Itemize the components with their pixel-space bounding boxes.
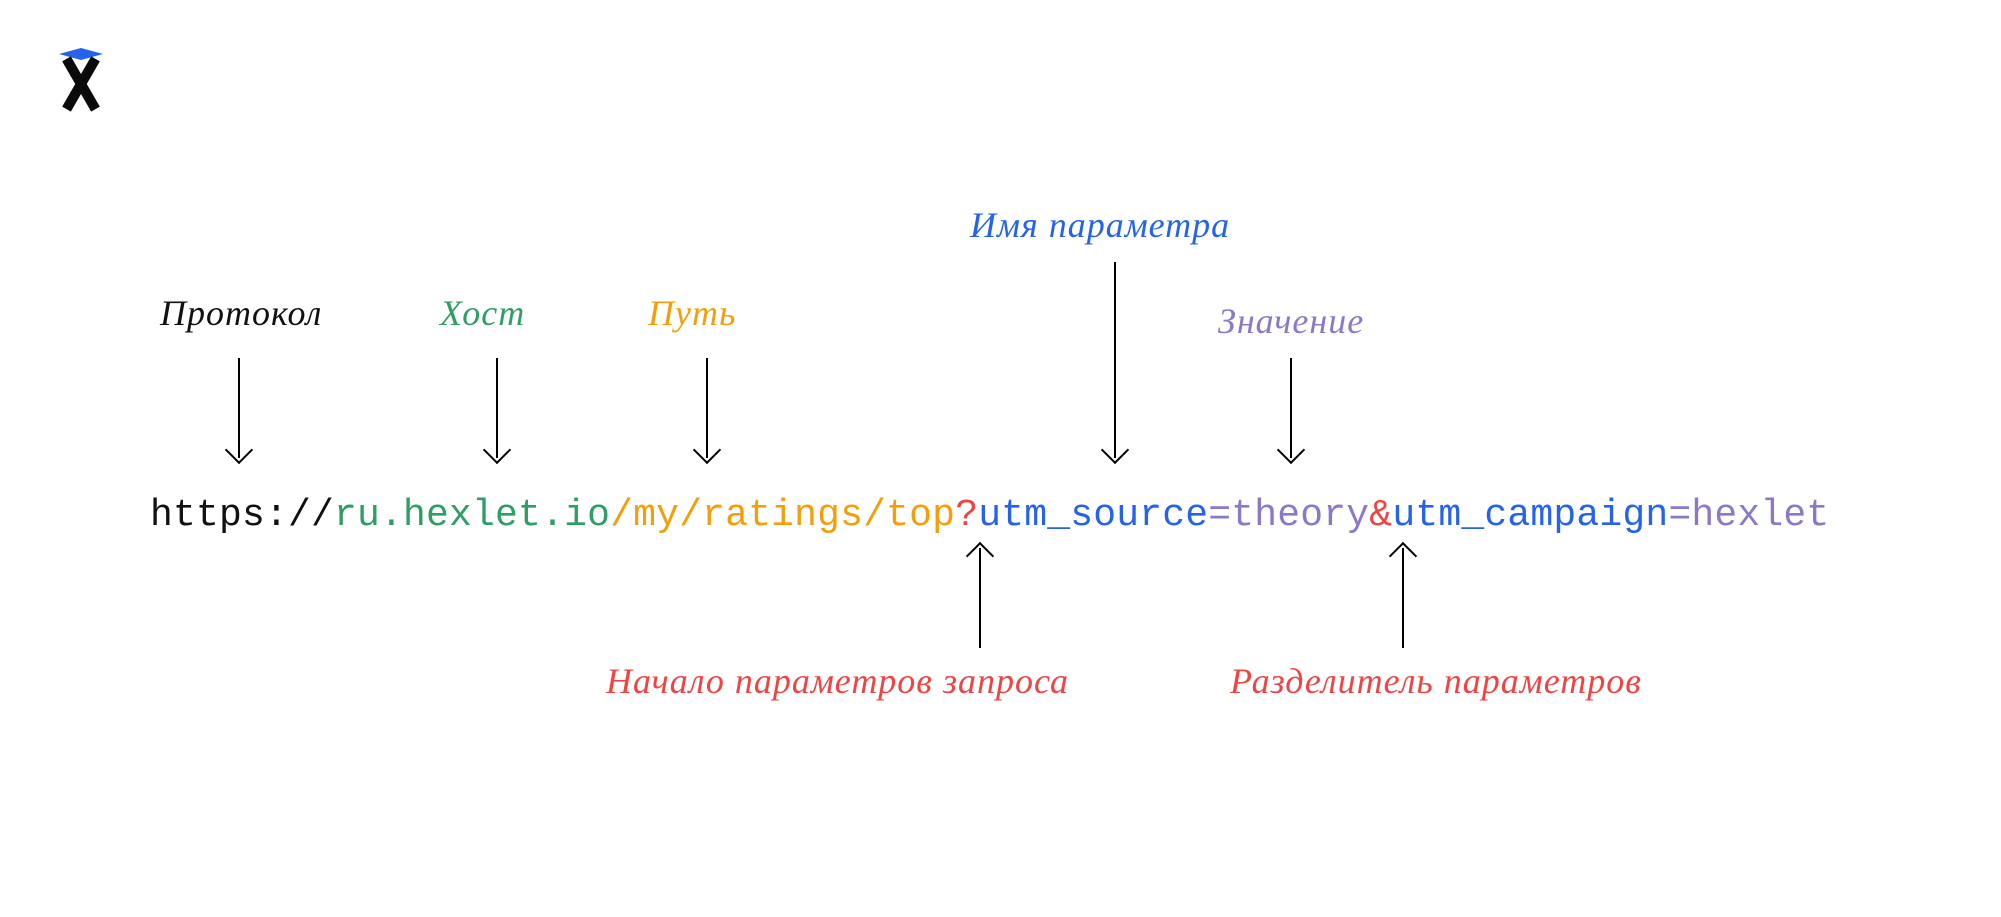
arrow-down-icon [238, 358, 240, 458]
label-query-start: Начало параметров запроса [606, 660, 1069, 702]
url-slash: / [610, 494, 633, 537]
logo-x-icon [52, 58, 110, 110]
url-param-value: hexlet [1691, 494, 1829, 537]
url-param-separator: & [1369, 494, 1392, 537]
url-anatomy-example: https://ru.hexlet.io/my/ratings/top?utm_… [150, 494, 1829, 537]
url-param-name: utm_campaign [1392, 494, 1668, 537]
url-param-value: theory [1231, 494, 1369, 537]
label-path: Путь [648, 292, 736, 334]
hexlet-logo [52, 50, 110, 110]
url-protocol: https:// [150, 494, 334, 537]
arrow-down-icon [496, 358, 498, 458]
arrow-down-icon [1290, 358, 1292, 458]
label-protocol: Протокол [160, 292, 322, 334]
url-equals-sign: = [1668, 494, 1691, 537]
url-host: ru.hexlet.io [334, 494, 610, 537]
url-path-segment: my [633, 494, 679, 537]
label-param-name: Имя параметра [970, 204, 1230, 246]
url-path-segment: ratings [702, 494, 863, 537]
url-equals-sign: = [1208, 494, 1231, 537]
arrow-up-icon [1402, 548, 1404, 648]
label-param-separator: Разделитель параметров [1230, 660, 1642, 702]
arrow-up-icon [979, 548, 981, 648]
url-path-segment: top [886, 494, 955, 537]
url-slash: / [679, 494, 702, 537]
url-query-start: ? [955, 494, 978, 537]
url-slash: / [863, 494, 886, 537]
label-value: Значение [1218, 300, 1364, 342]
label-host: Хост [440, 292, 525, 334]
arrow-down-icon [706, 358, 708, 458]
url-param-name: utm_source [978, 494, 1208, 537]
arrow-down-icon [1114, 262, 1116, 458]
